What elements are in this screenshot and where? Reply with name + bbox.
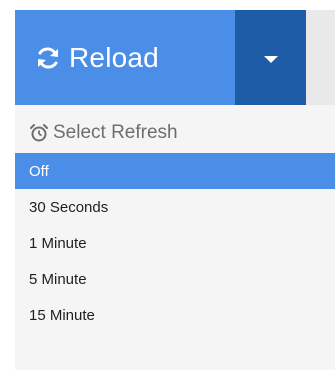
menu-item-15-minute[interactable]: 15 Minute	[15, 297, 335, 333]
refresh-dropdown-menu: Select Refresh Off 30 Seconds 1 Minute 5…	[15, 105, 335, 370]
alarm-clock-icon	[29, 123, 49, 143]
menu-item-off[interactable]: Off	[15, 153, 335, 189]
caret-down-icon	[263, 56, 278, 63]
menu-item-label: 5 Minute	[29, 270, 87, 288]
button-group-edge	[306, 10, 335, 105]
menu-item-label: Off	[29, 162, 49, 180]
menu-item-5-minute[interactable]: 5 Minute	[15, 261, 335, 297]
reload-label: Reload	[69, 41, 159, 73]
menu-item-30-seconds[interactable]: 30 Seconds	[15, 189, 335, 225]
menu-item-1-minute[interactable]: 1 Minute	[15, 225, 335, 261]
refresh-icon	[35, 45, 61, 71]
dropdown-header-label: Select Refresh	[53, 122, 178, 143]
reload-button-group: Reload	[15, 10, 335, 105]
dropdown-toggle-button[interactable]	[235, 10, 306, 105]
reload-widget: Reload Select Refresh Off 30 Seconds 1 M…	[0, 0, 335, 370]
dropdown-header: Select Refresh	[15, 113, 335, 153]
reload-button[interactable]: Reload	[15, 10, 235, 105]
menu-item-label: 30 Seconds	[29, 198, 109, 216]
menu-item-label: 1 Minute	[29, 234, 87, 252]
menu-item-label: 15 Minute	[29, 306, 95, 324]
